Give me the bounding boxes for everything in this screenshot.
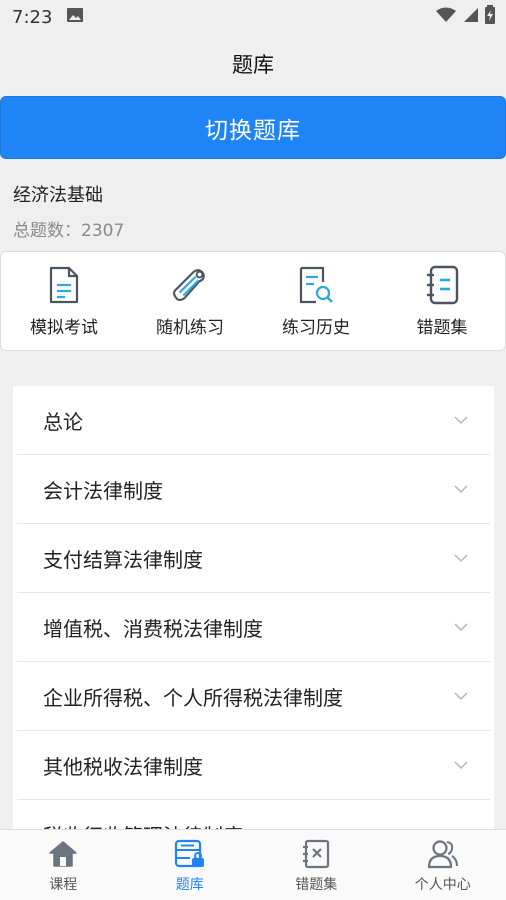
tab-profile-label: 个人中心 [414, 877, 471, 893]
tab-wrong-book-label: 错题集 [295, 877, 338, 893]
tab-question-bank-label: 题库 [175, 877, 204, 893]
mock-exam-button[interactable]: 模拟考试 [1, 252, 127, 350]
home-icon [47, 838, 79, 870]
wrong-questions-button[interactable]: 错题集 [379, 252, 505, 350]
app-bar: 题库 [0, 34, 506, 94]
search-document-icon [297, 265, 335, 305]
document-icon [45, 265, 83, 305]
chevron-down-icon [454, 761, 468, 770]
chapter-item[interactable]: 总论 [17, 386, 490, 455]
chapter-item[interactable]: 支付结算法律制度 [17, 524, 490, 593]
chapter-label: 企业所得税、个人所得税法律制度 [43, 685, 343, 710]
battery-icon [484, 5, 496, 29]
status-left: 7:23 [12, 7, 84, 28]
status-bar: 7:23 [0, 0, 506, 34]
wrong-book-icon [300, 838, 332, 870]
chevron-down-icon [454, 416, 468, 425]
chapter-list: 总论 会计法律制度 支付结算法律制度 增值税、消费税法律制度 企业所得税、个人所… [13, 386, 494, 830]
wifi-icon [436, 7, 456, 27]
bottom-tab-bar: 课程 题库 错题集 个人中心 [0, 829, 506, 900]
mock-exam-label: 模拟考试 [30, 317, 98, 338]
tab-wrong-book[interactable]: 错题集 [253, 830, 380, 900]
tab-profile[interactable]: 个人中心 [380, 830, 506, 900]
scroll-icon [171, 265, 209, 305]
bank-name: 经济法基础 [13, 185, 103, 206]
bank-question-count: 总题数：2307 [13, 221, 125, 241]
status-right [436, 5, 496, 29]
wrong-questions-label: 错题集 [416, 317, 468, 338]
profile-icon [427, 838, 459, 870]
chapter-label: 其他税收法律制度 [43, 754, 203, 779]
chapter-label: 支付结算法律制度 [43, 547, 203, 572]
chevron-down-icon [454, 485, 468, 494]
question-bank-icon [174, 838, 206, 870]
signal-icon [462, 7, 478, 27]
chapter-label: 总论 [43, 409, 83, 434]
chapter-item[interactable]: 其他税收法律制度 [17, 731, 490, 800]
chapter-label: 会计法律制度 [43, 478, 163, 503]
tab-courses[interactable]: 课程 [0, 830, 127, 900]
practice-history-button[interactable]: 练习历史 [253, 252, 379, 350]
chevron-down-icon [454, 623, 468, 632]
random-practice-button[interactable]: 随机练习 [127, 252, 253, 350]
chevron-down-icon [454, 554, 468, 563]
page-title: 题库 [232, 53, 274, 77]
practice-history-label: 练习历史 [282, 317, 350, 338]
tab-courses-label: 课程 [49, 877, 78, 893]
chevron-down-icon [454, 692, 468, 701]
tab-question-bank[interactable]: 题库 [127, 830, 254, 900]
chapter-item[interactable]: 企业所得税、个人所得税法律制度 [17, 662, 490, 731]
quick-actions-panel: 模拟考试 随机练习 练习历史 错题集 [0, 251, 506, 351]
notebook-icon [423, 265, 461, 305]
chapter-item[interactable]: 增值税、消费税法律制度 [17, 593, 490, 662]
status-time: 7:23 [12, 6, 53, 28]
switch-bank-button[interactable]: 切换题库 [0, 96, 506, 159]
chapter-item[interactable]: 会计法律制度 [17, 455, 490, 524]
gallery-icon [66, 7, 84, 27]
chapter-item[interactable]: 税收征收管理法律制度 [17, 800, 490, 831]
random-practice-label: 随机练习 [156, 317, 224, 338]
chapter-label: 增值税、消费税法律制度 [43, 616, 263, 641]
